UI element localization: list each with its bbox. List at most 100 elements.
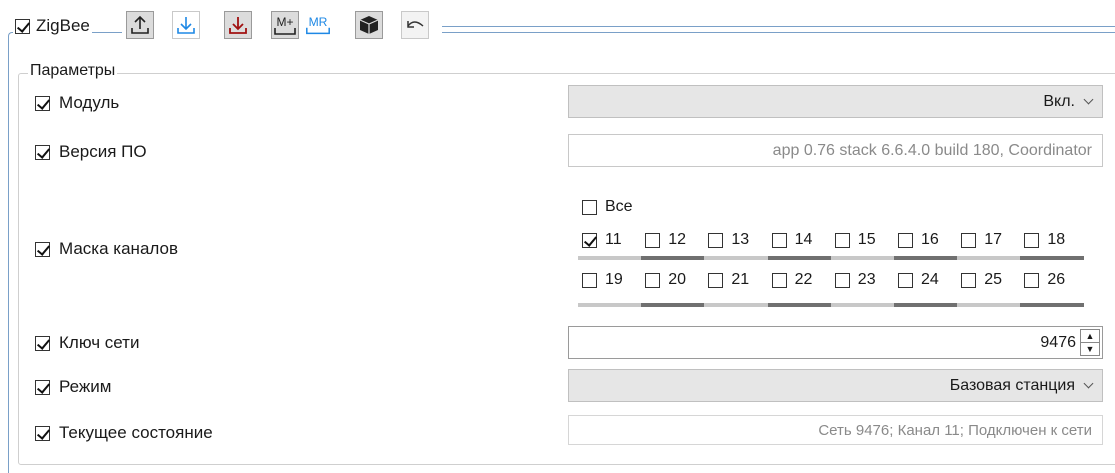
mode-label: Режим	[59, 377, 112, 396]
channel-label: 17	[984, 231, 1002, 248]
memory-recall-label: MR	[309, 15, 328, 29]
channel-option[interactable]: 12	[645, 231, 686, 249]
channel-option[interactable]: 18	[1024, 231, 1065, 249]
channel-band-bar	[1020, 303, 1084, 307]
network-key-spinner[interactable]: ▲ ▼	[1080, 329, 1100, 356]
network-key-input[interactable]: 9476 ▲ ▼	[568, 326, 1103, 359]
channel-all-label: Все	[605, 198, 633, 215]
channel-all-option[interactable]: Все	[582, 198, 633, 216]
spin-down-icon[interactable]: ▼	[1081, 342, 1099, 355]
channel-label: 20	[668, 271, 686, 288]
status-field: Сеть 9476; Канал 11; Подключен к сети	[568, 415, 1103, 445]
network-key-checkbox[interactable]	[35, 335, 50, 351]
status-row-label: Текущее состояние	[35, 422, 213, 444]
memory-recall-button[interactable]: MR	[304, 11, 332, 39]
channel-checkbox[interactable]	[771, 232, 787, 248]
channel-band-bar	[830, 303, 894, 307]
download-icon	[229, 17, 247, 34]
memory-plus-icon: M+	[274, 15, 296, 35]
channel-label: 21	[731, 271, 750, 288]
memory-plus-button[interactable]: M+	[271, 11, 299, 39]
channel-label: 23	[857, 271, 876, 288]
channel-option[interactable]: 11	[582, 231, 622, 249]
mode-checkbox[interactable]	[35, 379, 50, 395]
zigbee-enable-checkbox[interactable]	[15, 18, 30, 34]
chevron-down-icon	[1083, 378, 1094, 389]
spin-up-icon[interactable]: ▲	[1081, 330, 1099, 342]
network-key-label: Ключ сети	[59, 333, 140, 352]
channel-option[interactable]: 17	[961, 231, 1002, 249]
channel-band-bar	[1020, 256, 1084, 260]
channel-option[interactable]: 13	[708, 231, 749, 249]
channel-checkbox[interactable]	[834, 272, 850, 288]
channel-checkbox[interactable]	[708, 232, 724, 248]
channel-option[interactable]: 15	[834, 231, 876, 249]
channel-band-bar	[767, 303, 831, 307]
channel-label: 22	[794, 271, 813, 288]
download-red-button[interactable]	[224, 11, 252, 39]
parameters-title: Параметры	[28, 62, 118, 80]
firmware-checkbox[interactable]	[35, 144, 50, 160]
channel-option[interactable]: 23	[834, 271, 876, 289]
channel-option[interactable]: 21	[708, 271, 749, 289]
mode-select[interactable]: Базовая станция	[568, 369, 1103, 402]
channel-option[interactable]: 19	[582, 271, 623, 289]
chevron-down-icon	[1083, 94, 1094, 105]
channel-option[interactable]: 20	[645, 271, 686, 289]
download-blue-button[interactable]	[172, 11, 200, 39]
channel-checkbox[interactable]	[1024, 272, 1040, 288]
channel-checkbox[interactable]	[771, 272, 787, 288]
module-row-label: Модуль	[35, 92, 119, 114]
status-value: Сеть 9476; Канал 11; Подключен к сети	[818, 421, 1092, 439]
undo-button[interactable]	[401, 11, 429, 39]
module-checkbox[interactable]	[35, 95, 50, 111]
channel-option[interactable]: 14	[771, 231, 812, 249]
channel-checkbox[interactable]	[582, 272, 597, 288]
channel-label: 24	[921, 271, 939, 288]
channel-band-bar	[894, 256, 958, 260]
channel-checkbox[interactable]	[708, 272, 724, 288]
box-icon	[359, 16, 379, 34]
network-key-row-label: Ключ сети	[35, 332, 139, 354]
module-select[interactable]: Вкл.	[568, 85, 1103, 118]
channel-label: 12	[668, 231, 686, 248]
status-checkbox[interactable]	[35, 425, 50, 441]
channel-checkbox[interactable]	[961, 232, 977, 248]
channel-option[interactable]: 24	[898, 271, 939, 289]
channel-band-bar	[641, 256, 705, 260]
channel-option[interactable]: 26	[1024, 271, 1065, 289]
module-value: Вкл.	[1043, 92, 1075, 110]
channel-checkbox[interactable]	[645, 272, 661, 288]
channel-checkbox[interactable]	[645, 232, 661, 248]
channel-option[interactable]: 22	[771, 271, 813, 289]
channel-option[interactable]: 25	[961, 271, 1002, 289]
header-divider	[442, 26, 1115, 27]
channel-mask-checkbox[interactable]	[35, 241, 50, 257]
memory-recall-icon: MR	[306, 15, 330, 35]
channel-mask-row-label: Маска каналов	[35, 238, 178, 260]
package-button[interactable]	[355, 11, 383, 39]
channel-label: 18	[1047, 231, 1066, 248]
channel-mask-label: Маска каналов	[59, 239, 178, 258]
channel-checkbox[interactable]	[961, 272, 977, 288]
mode-value: Базовая станция	[949, 376, 1075, 394]
status-label: Текущее состояние	[59, 423, 213, 442]
channel-checkbox[interactable]	[582, 232, 597, 248]
channel-band-bar	[957, 256, 1021, 260]
firmware-row-label: Версия ПО	[35, 141, 147, 163]
channel-band-bar	[704, 303, 768, 307]
upload-button[interactable]	[126, 11, 154, 39]
channel-label: 13	[731, 231, 750, 248]
memory-plus-label: M+	[276, 15, 293, 29]
channel-all-checkbox[interactable]	[582, 199, 597, 215]
channel-label: 11	[605, 231, 622, 248]
channel-checkbox[interactable]	[1024, 232, 1040, 248]
firmware-label: Версия ПО	[59, 142, 147, 161]
network-key-value: 9476	[1040, 333, 1076, 351]
channel-checkbox[interactable]	[898, 272, 913, 288]
channel-checkbox[interactable]	[898, 232, 913, 248]
channel-band-bar	[578, 303, 642, 307]
channel-checkbox[interactable]	[834, 232, 850, 248]
channel-option[interactable]: 16	[898, 231, 939, 249]
channel-label: 15	[857, 231, 876, 248]
